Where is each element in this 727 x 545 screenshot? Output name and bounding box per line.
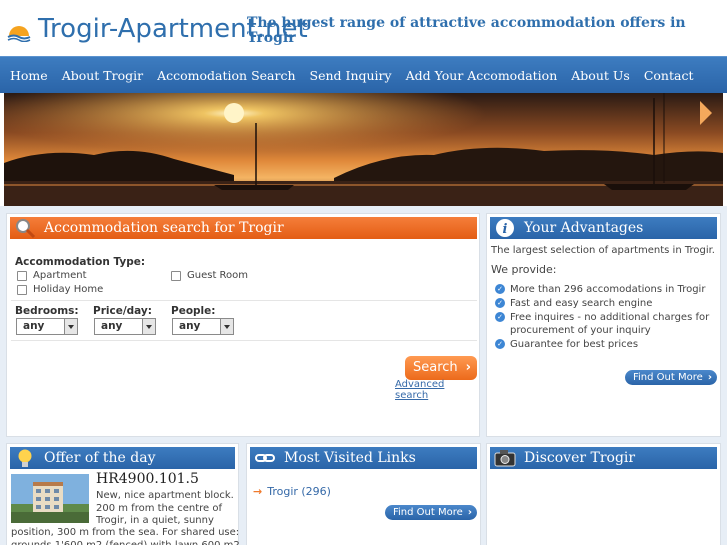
price-select[interactable]: any [94,318,156,335]
offer-panel-header: Offer of the day [10,447,235,469]
people-label: People: [171,305,216,317]
chevron-down-icon [220,319,233,334]
most-visited-links-panel: Most Visited Links → Trogir (296) Find O… [246,443,481,545]
search-button-label: Search [413,360,458,375]
chevron-down-icon [64,319,77,334]
checkbox-label: Holiday Home [33,284,104,295]
advantages-panel-header: i Your Advantages [490,217,717,239]
advantage-text: Fast and easy search engine [510,298,653,309]
checkbox-label: Apartment [33,270,87,281]
divider [11,340,477,341]
people-select[interactable]: any [172,318,234,335]
button-label: Find Out More [393,507,463,518]
nav-contact[interactable]: Contact [637,68,701,83]
bedrooms-select-value: any [23,320,45,332]
links-find-out-more-button[interactable]: Find Out More › [385,505,477,520]
offer-panel-title: Offer of the day [44,450,156,466]
site-tagline: The hugest range of attractive accommoda… [247,15,686,46]
checkbox-holiday-home[interactable] [17,284,27,295]
svg-text:i: i [503,222,508,237]
nav-add-accomodation[interactable]: Add Your Accomodation [399,68,565,83]
lightbulb-icon [18,449,32,467]
button-label: Find Out More [633,372,703,383]
offer-description: New, nice apartment block. 200 m from th… [96,490,234,526]
chevron-right-icon: › [707,372,712,383]
discover-trogir-panel: Discover Trogir [486,443,721,545]
info-icon: i [496,219,514,237]
site-header: Trogir-Apartment.net The hugest range of… [0,0,727,56]
advantage-item: ✓ Guarantee for best prices [495,338,715,351]
sun-logo-icon [7,26,31,42]
type-guest-room-option[interactable]: Guest Room [171,270,248,281]
offer-price[interactable]: HR4900.101.5 [96,471,199,487]
advantage-item: ✓ Free inquires - no additional charges … [495,311,715,337]
nav-about-trogir[interactable]: About Trogir [55,68,150,83]
link-trogir[interactable]: → Trogir (296) [253,485,331,498]
check-icon: ✓ [495,284,505,294]
nav-home[interactable]: Home [3,68,55,83]
check-icon: ✓ [495,298,505,308]
accommodation-search-panel: Accommodation search for Trogir Accommod… [6,213,480,437]
offer-of-the-day-panel: Offer of the day HR4900.101.5 New, nice … [6,443,240,545]
search-button[interactable]: Search › [405,356,477,380]
advantage-text: Free inquires - no additional charges fo… [510,312,710,336]
nav-about-us[interactable]: About Us [564,68,637,83]
advanced-search-link[interactable]: Advanced search [395,379,479,401]
search-panel-header: Accommodation search for Trogir [10,217,477,239]
magnifier-icon [16,219,36,238]
offer-description-continued: position, 300 m from the sea. For shared… [11,527,240,545]
advantage-item: ✓ More than 296 accomodations in Trogir [495,283,715,296]
advantages-panel: i Your Advantages The largest selection … [486,213,721,437]
accommodation-type-label: Accommodation Type: [15,256,146,268]
advantage-item: ✓ Fast and easy search engine [495,297,715,310]
chevron-right-icon: › [467,507,472,518]
people-select-value: any [179,320,201,332]
bedrooms-label: Bedrooms: [15,305,79,317]
checkbox-apartment[interactable] [17,270,27,281]
sunset-sea-image [4,93,723,206]
advantages-intro: The largest selection of apartments in T… [491,245,715,256]
offer-thumbnail-image[interactable] [11,474,89,523]
chevron-down-icon [142,319,155,334]
chain-link-icon [255,454,275,462]
price-select-value: any [101,320,123,332]
search-panel-title: Accommodation search for Trogir [44,220,284,236]
check-icon: ✓ [495,339,505,349]
links-panel-title: Most Visited Links [284,450,416,466]
we-provide-label: We provide: [491,263,557,276]
main-navigation: Home About Trogir Accomodation Search Se… [0,56,727,93]
advantages-find-out-more-button[interactable]: Find Out More › [625,370,717,385]
price-label: Price/day: [93,305,152,317]
discover-panel-title: Discover Trogir [524,450,636,466]
divider [11,300,477,301]
links-panel-header: Most Visited Links [250,447,477,469]
type-apartment-option[interactable]: Apartment [17,270,87,281]
hero-banner [0,93,727,206]
checkbox-label: Guest Room [187,270,249,281]
advantage-text: Guarantee for best prices [510,339,639,350]
type-holiday-home-option[interactable]: Holiday Home [17,284,103,295]
advantages-panel-title: Your Advantages [524,220,644,236]
camera-icon [494,450,516,467]
discover-panel-header: Discover Trogir [490,447,717,469]
check-icon: ✓ [495,312,505,322]
checkbox-guest-room[interactable] [171,270,181,281]
advantage-text: More than 296 accomodations in Trogir [510,284,706,295]
arrow-right-icon: → [253,485,263,498]
bedrooms-select[interactable]: any [16,318,78,335]
link-label: Trogir (296) [267,485,331,498]
nav-send-inquiry[interactable]: Send Inquiry [303,68,399,83]
nav-accomodation-search[interactable]: Accomodation Search [150,68,302,83]
chevron-right-icon: › [465,360,471,375]
